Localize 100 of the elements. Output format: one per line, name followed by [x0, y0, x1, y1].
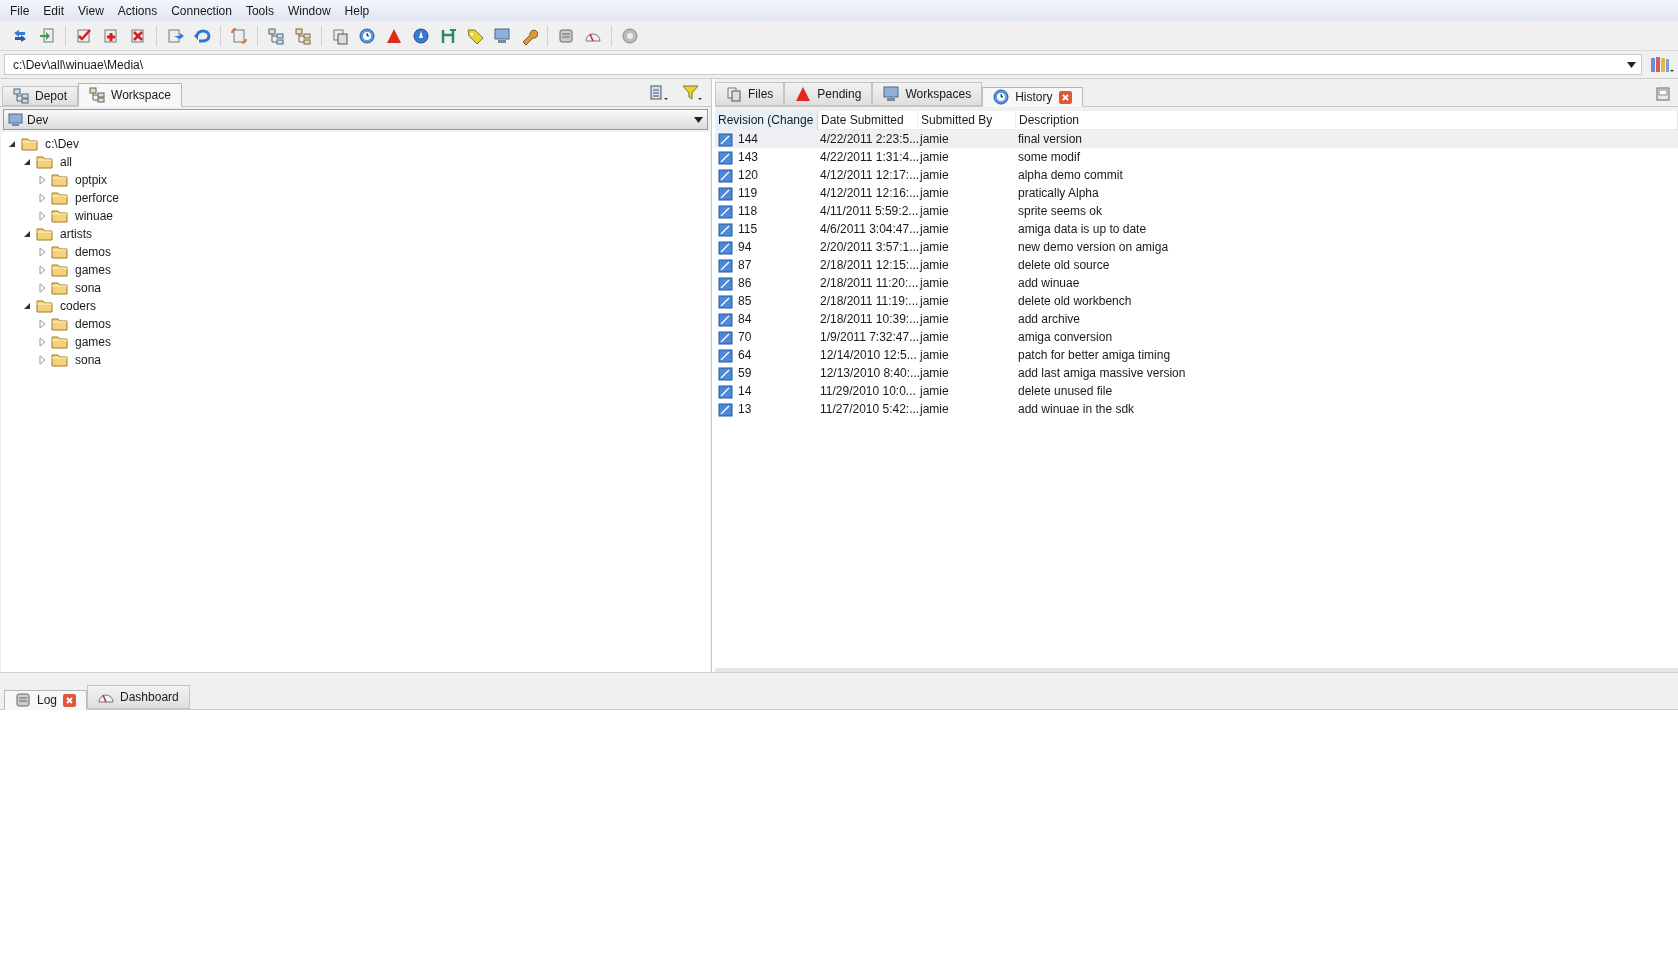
collapsed-triangle-icon[interactable]	[37, 247, 47, 257]
tree-item[interactable]: games	[75, 333, 112, 351]
close-icon[interactable]	[1058, 90, 1072, 104]
collapsed-triangle-icon[interactable]	[37, 211, 47, 221]
tab[interactable]: Files	[715, 82, 785, 106]
menu-item[interactable]: Edit	[37, 1, 71, 20]
table-cell-text: jamie	[918, 149, 950, 166]
tab[interactable]: Pending	[784, 82, 873, 106]
collapsed-triangle-icon[interactable]	[37, 175, 47, 185]
table-cell-text: 2/18/2011 12:15:...	[819, 257, 918, 274]
tag-icon[interactable]	[466, 26, 484, 45]
scroll-icon[interactable]	[557, 26, 575, 45]
file-icon	[718, 167, 733, 183]
tab[interactable]: History	[982, 87, 1083, 107]
tab[interactable]: Log	[4, 690, 88, 710]
table-cell-text: delete old source	[1017, 257, 1111, 274]
tree-item[interactable]: artists	[60, 225, 92, 243]
table-cell-text: delete old workbench	[1017, 293, 1133, 310]
tree-item[interactable]: demos	[75, 243, 112, 261]
tree-item[interactable]: demos	[75, 315, 112, 333]
expanded-triangle-icon[interactable]	[7, 139, 17, 149]
collapsed-triangle-icon[interactable]	[37, 193, 47, 203]
column-header[interactable]: Date Submitted	[818, 110, 918, 130]
table-cell-text: final version	[1017, 131, 1084, 148]
table-cell-text: pratically Alpha	[1017, 185, 1100, 202]
table-cell-text: 13	[738, 401, 752, 418]
table-cell-text: jamie	[918, 131, 950, 148]
table-cell-text: 14	[738, 383, 752, 400]
tree-icon[interactable]	[294, 26, 312, 45]
menu-item[interactable]: View	[72, 1, 110, 20]
maximize-icon[interactable]	[1656, 87, 1670, 101]
table-cell-text: add winuae in the sdk	[1017, 401, 1136, 418]
tree-item[interactable]: all	[60, 153, 72, 171]
workspace-name: Dev	[27, 111, 50, 129]
books-icon[interactable]	[1650, 55, 1674, 74]
menu-item[interactable]: Help	[338, 1, 376, 20]
tab[interactable]: Depot	[2, 86, 79, 106]
collapsed-triangle-icon[interactable]	[37, 355, 47, 365]
tree-item[interactable]: c:\Dev	[45, 135, 79, 153]
delete-document-icon[interactable]	[129, 26, 147, 45]
tree-icon	[13, 88, 29, 104]
document-arrow-icon[interactable]	[166, 26, 184, 45]
table-cell-text: 118	[738, 203, 758, 220]
tree-item[interactable]: sona	[75, 279, 102, 297]
expanded-triangle-icon[interactable]	[22, 229, 32, 239]
wrench-icon[interactable]	[520, 26, 538, 45]
table-cell-text: 2/20/2011 3:57:1...	[819, 239, 918, 256]
add-document-icon[interactable]	[102, 26, 120, 45]
dropdown-arrow-icon[interactable]	[1627, 62, 1636, 68]
menu-item[interactable]: Actions	[111, 1, 164, 20]
file-icon	[718, 311, 733, 327]
column-header[interactable]: Description	[1016, 110, 1678, 130]
table-cell-text: alpha demo commit	[1017, 167, 1124, 184]
menu-item[interactable]: Connection	[165, 1, 238, 20]
table-cell-text: 4/12/2011 12:17:...	[819, 167, 918, 184]
collapsed-triangle-icon[interactable]	[37, 265, 47, 275]
dropdown-arrow-icon[interactable]	[694, 116, 703, 123]
table-cell-text: jamie	[918, 167, 950, 184]
tree-item[interactable]: coders	[60, 297, 97, 315]
compass-icon[interactable]	[412, 26, 430, 45]
expanded-triangle-icon[interactable]	[22, 301, 32, 311]
address-field[interactable]: c:\Dev\all\winuae\Media\	[4, 54, 1642, 75]
table-cell-text: 143	[738, 149, 759, 166]
file-icon	[718, 347, 733, 363]
column-header[interactable]: Submitted By	[918, 110, 1016, 130]
folder-icon	[51, 353, 68, 367]
refresh-document-icon[interactable]	[230, 26, 248, 45]
tree-icon[interactable]	[267, 26, 285, 45]
column-header[interactable]: Revision (Change	[715, 110, 818, 130]
copy-icon[interactable]	[331, 26, 349, 45]
check-document-icon[interactable]	[75, 26, 93, 45]
tab[interactable]: Workspace	[78, 83, 182, 107]
filter-icon[interactable]	[681, 84, 703, 102]
table-row[interactable]: 144 4/22/2011 2:23:5...jamie final version	[715, 130, 1678, 148]
tree-item[interactable]: perforce	[75, 189, 120, 207]
tree-item[interactable]: sona	[75, 351, 102, 369]
workspace-dropdown[interactable]: Dev	[3, 109, 708, 130]
menu-item[interactable]: Window	[281, 1, 337, 20]
collapsed-triangle-icon[interactable]	[37, 319, 47, 329]
file-icon	[718, 383, 733, 399]
close-icon[interactable]	[63, 693, 77, 707]
tab[interactable]: Workspaces	[872, 82, 983, 106]
copy-icon	[726, 86, 742, 102]
monitor-icon[interactable]	[493, 26, 511, 45]
folder-icon	[51, 317, 68, 331]
clock-icon[interactable]	[358, 26, 376, 45]
tree-item[interactable]: winuae	[75, 207, 114, 225]
stop-circle-icon[interactable]	[621, 26, 639, 45]
table-cell-text: jamie	[918, 383, 950, 400]
menu-item[interactable]: File	[4, 1, 36, 20]
expanded-triangle-icon[interactable]	[22, 157, 32, 167]
folder-icon	[51, 173, 68, 187]
tree-item[interactable]: games	[75, 261, 112, 279]
collapsed-triangle-icon[interactable]	[37, 337, 47, 347]
folder-icon	[51, 245, 68, 259]
tree-item[interactable]: optpix	[75, 171, 108, 189]
import-icon[interactable]	[38, 26, 56, 45]
collapsed-triangle-icon[interactable]	[37, 283, 47, 293]
menu-item[interactable]: Tools	[239, 1, 280, 20]
tab[interactable]: Dashboard	[87, 685, 190, 709]
